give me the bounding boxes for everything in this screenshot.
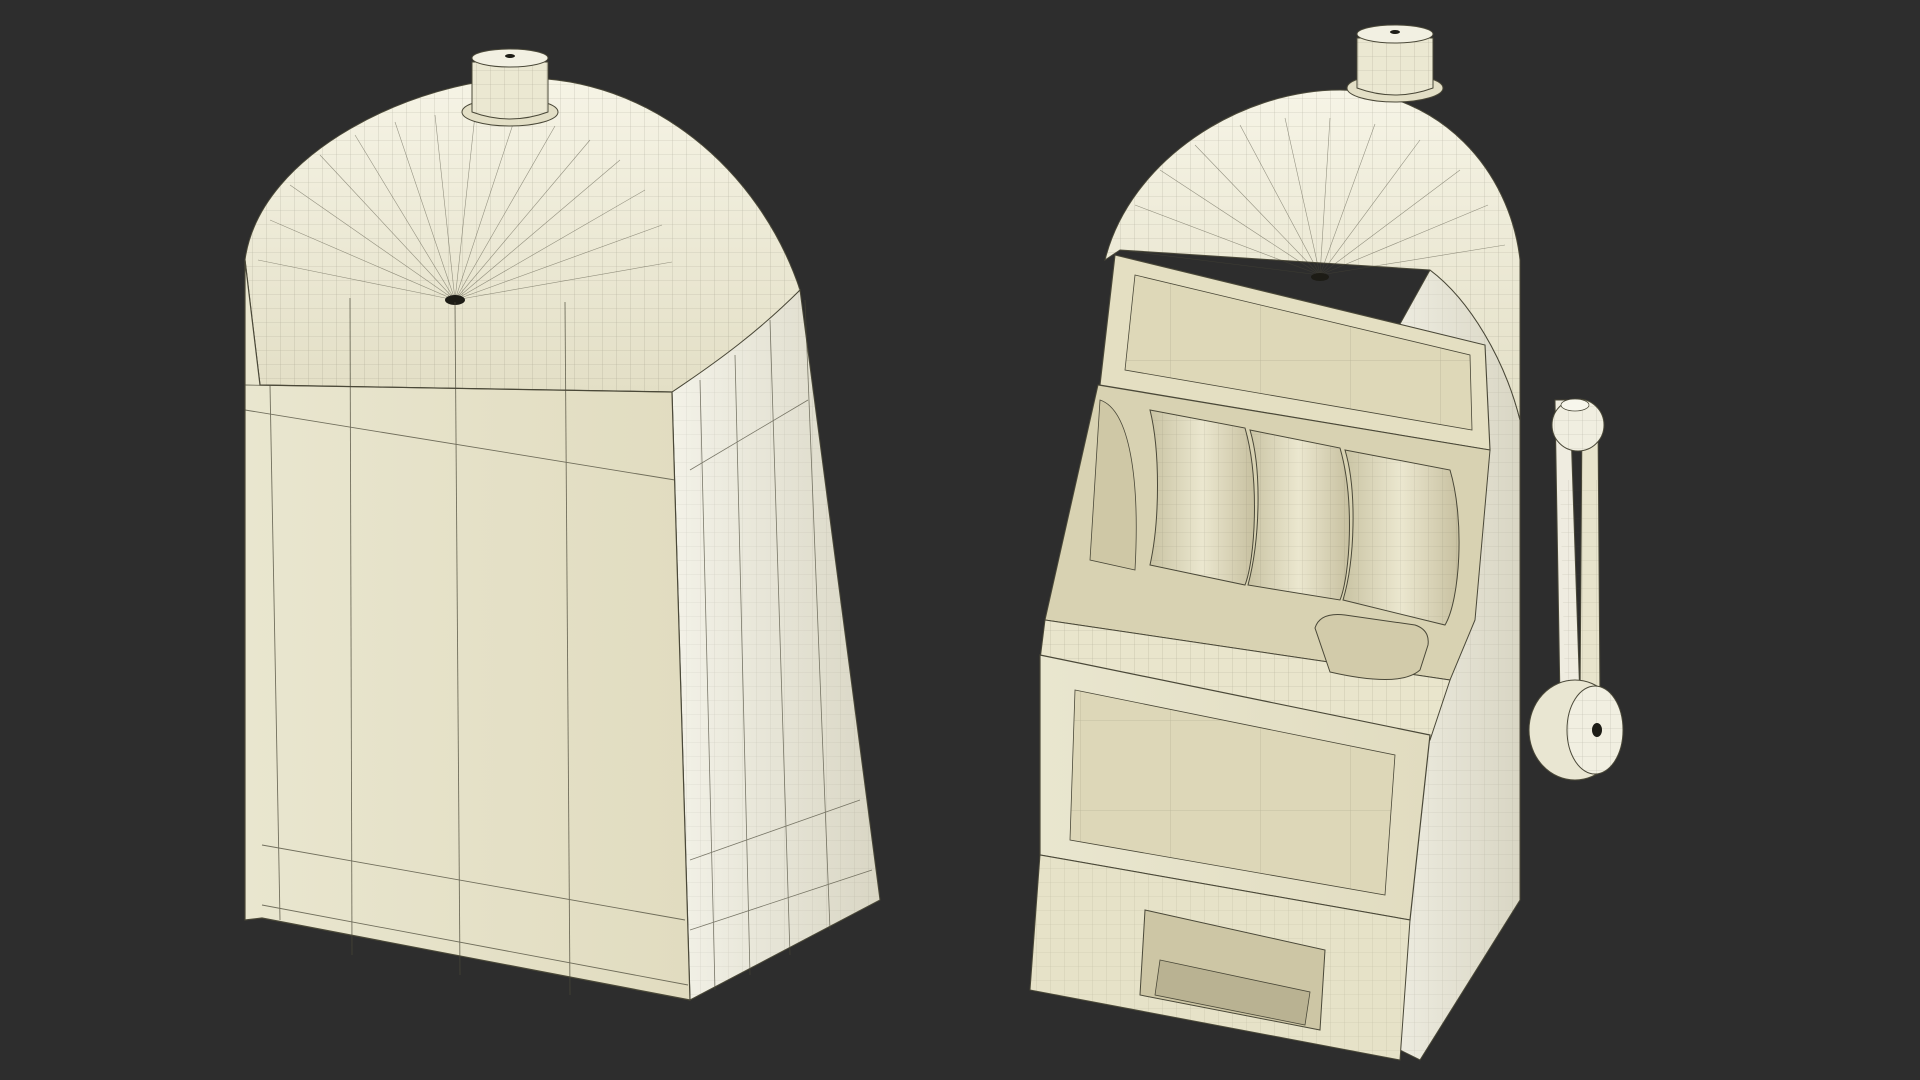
wireframe-render: [244, 24, 1624, 1061]
coin-cup: [1314, 614, 1429, 680]
pull-lever: [1528, 398, 1624, 781]
slot-machine-front-view: [1029, 24, 1624, 1061]
slot-machine-back-view: [244, 48, 881, 1001]
render-viewport: [0, 0, 1920, 1080]
